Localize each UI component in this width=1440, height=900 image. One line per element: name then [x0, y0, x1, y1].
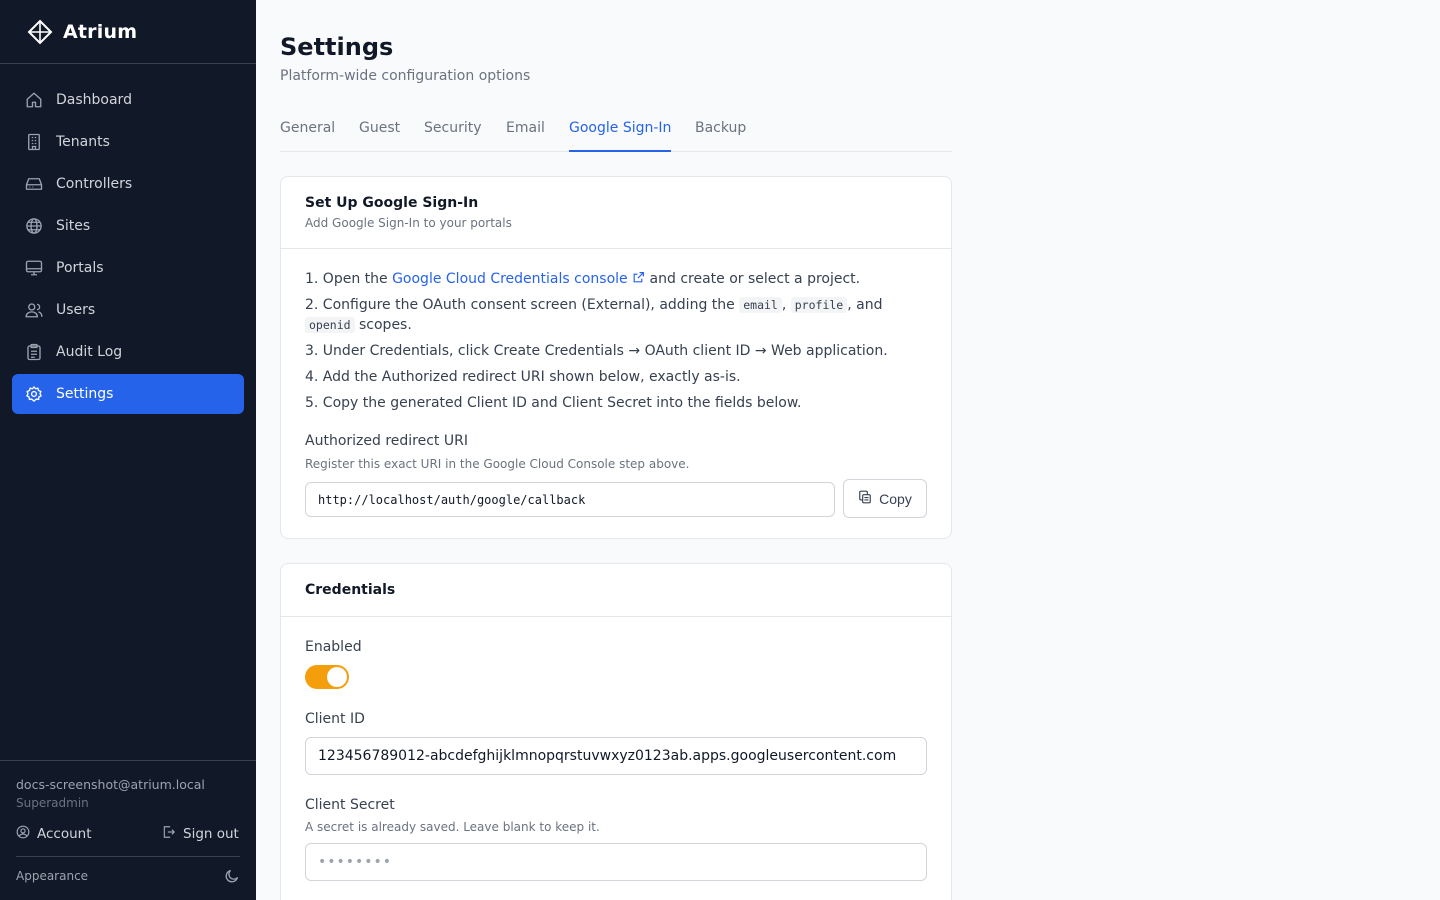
scope-openid: openid — [305, 317, 355, 333]
step-text: , and — [847, 297, 883, 313]
sidebar-footer: docs-screenshot@atrium.local Superadmin … — [0, 760, 256, 883]
sidebar-item-label: Tenants — [56, 134, 110, 150]
tab-general[interactable]: General — [280, 112, 335, 152]
sidebar-item-dashboard[interactable]: Dashboard — [12, 80, 244, 120]
google-console-link[interactable]: Google Cloud Credentials console — [392, 271, 645, 287]
tab-email[interactable]: Email — [506, 112, 545, 152]
sidebar-item-label: Controllers — [56, 176, 133, 192]
client-secret-label: Client Secret — [305, 797, 395, 813]
step-3: 3. Under Credentials, click Create Crede… — [305, 343, 888, 359]
setup-card-description: Add Google Sign-In to your portals — [305, 216, 512, 230]
sidebar-item-label: Dashboard — [56, 92, 132, 108]
enabled-toggle[interactable] — [305, 665, 349, 689]
step-5: 5. Copy the generated Client ID and Clie… — [305, 395, 802, 411]
setup-card-header — [281, 177, 951, 249]
home-icon — [25, 91, 43, 109]
scope-profile: profile — [790, 297, 848, 313]
credentials-card: Credentials Enabled Client ID 1234567890… — [280, 563, 952, 900]
gear-icon — [25, 385, 43, 403]
copy-label: Copy — [879, 490, 912, 507]
sign-out-icon — [162, 825, 176, 843]
step-1: 1. Open the Google Cloud Credentials con… — [305, 269, 925, 289]
app-name: Atrium — [63, 20, 138, 43]
tab-backup[interactable]: Backup — [695, 112, 746, 152]
client-id-field[interactable]: 123456789012-abcdefghijklmnopqrstuvwxyz0… — [305, 737, 927, 775]
sidebar-item-label: Sites — [56, 218, 91, 234]
redirect-uri-label: Authorized redirect URI — [305, 433, 468, 449]
step-2: 2. Configure the OAuth consent screen (E… — [305, 295, 925, 335]
sign-out-label: Sign out — [183, 826, 239, 842]
sidebar-item-tenants[interactable]: Tenants — [12, 122, 244, 162]
sidebar-item-controllers[interactable]: Controllers — [12, 164, 244, 204]
client-secret-field[interactable]: •••••••• — [305, 843, 927, 881]
sidebar-item-label: Audit Log — [56, 344, 123, 360]
step-text: , — [781, 297, 791, 313]
account-label: Account — [37, 826, 92, 842]
step-text: and create or select a project. — [645, 271, 861, 287]
users-icon — [25, 301, 43, 319]
account-link[interactable]: Account — [16, 825, 92, 843]
clipboard-icon — [25, 343, 43, 361]
settings-tabs: General Guest Security Email Google Sign… — [280, 112, 952, 152]
user-email: docs-screenshot@atrium.local — [16, 777, 205, 792]
setup-card-title: Set Up Google Sign-In — [305, 195, 479, 211]
globe-icon — [25, 217, 43, 235]
sidebar-item-label: Settings — [56, 386, 114, 402]
redirect-uri-field[interactable]: http://localhost/auth/google/callback — [305, 482, 835, 517]
copy-icon — [858, 490, 872, 507]
hard-drive-icon — [25, 175, 43, 193]
credentials-card-title: Credentials — [305, 582, 396, 598]
client-secret-help: A secret is already saved. Leave blank t… — [305, 820, 600, 834]
toggle-knob — [327, 667, 347, 687]
sidebar-nav: Dashboard Tenants Controllers Sites Port… — [0, 64, 256, 414]
tab-guest[interactable]: Guest — [359, 112, 400, 152]
monitor-icon — [25, 259, 43, 277]
step-4: 4. Add the Authorized redirect URI shown… — [305, 369, 741, 385]
sidebar-item-sites[interactable]: Sites — [12, 206, 244, 246]
sidebar-item-portals[interactable]: Portals — [12, 248, 244, 288]
external-link-icon — [632, 271, 645, 287]
tab-google-sign-in[interactable]: Google Sign-In — [569, 112, 672, 152]
sidebar-item-label: Portals — [56, 260, 104, 276]
step-text: scopes. — [354, 317, 412, 333]
tab-security[interactable]: Security — [424, 112, 482, 152]
user-role: Superadmin — [16, 796, 89, 810]
step-text: 1. Open the — [305, 271, 393, 287]
moon-icon[interactable] — [224, 868, 240, 888]
user-circle-icon — [16, 825, 30, 843]
sidebar-item-label: Users — [56, 302, 96, 318]
sign-out-button[interactable]: Sign out — [162, 825, 239, 843]
appearance-label: Appearance — [16, 869, 89, 883]
sidebar-item-users[interactable]: Users — [12, 290, 244, 330]
brand[interactable]: Atrium — [0, 0, 256, 64]
setup-card: Set Up Google Sign-In Add Google Sign-In… — [280, 176, 952, 539]
step-text: 2. Configure the OAuth consent screen (E… — [305, 297, 740, 313]
page-subtitle: Platform-wide configuration options — [280, 68, 531, 84]
atrium-logo-icon — [26, 18, 54, 46]
sidebar-item-audit-log[interactable]: Audit Log — [12, 332, 244, 372]
page-title: Settings — [280, 33, 394, 61]
link-text: Google Cloud Credentials console — [392, 271, 628, 287]
sidebar-item-settings[interactable]: Settings — [12, 374, 244, 414]
setup-steps: 1. Open the Google Cloud Credentials con… — [305, 269, 925, 419]
sidebar: Atrium Dashboard Tenants Controllers Sit… — [0, 0, 256, 900]
scope-email: email — [739, 297, 782, 313]
client-id-label: Client ID — [305, 711, 365, 727]
divider — [16, 856, 240, 857]
enabled-label: Enabled — [305, 639, 362, 655]
copy-button[interactable]: Copy — [843, 479, 927, 518]
redirect-uri-help: Register this exact URI in the Google Cl… — [305, 457, 690, 471]
building-icon — [25, 133, 43, 151]
